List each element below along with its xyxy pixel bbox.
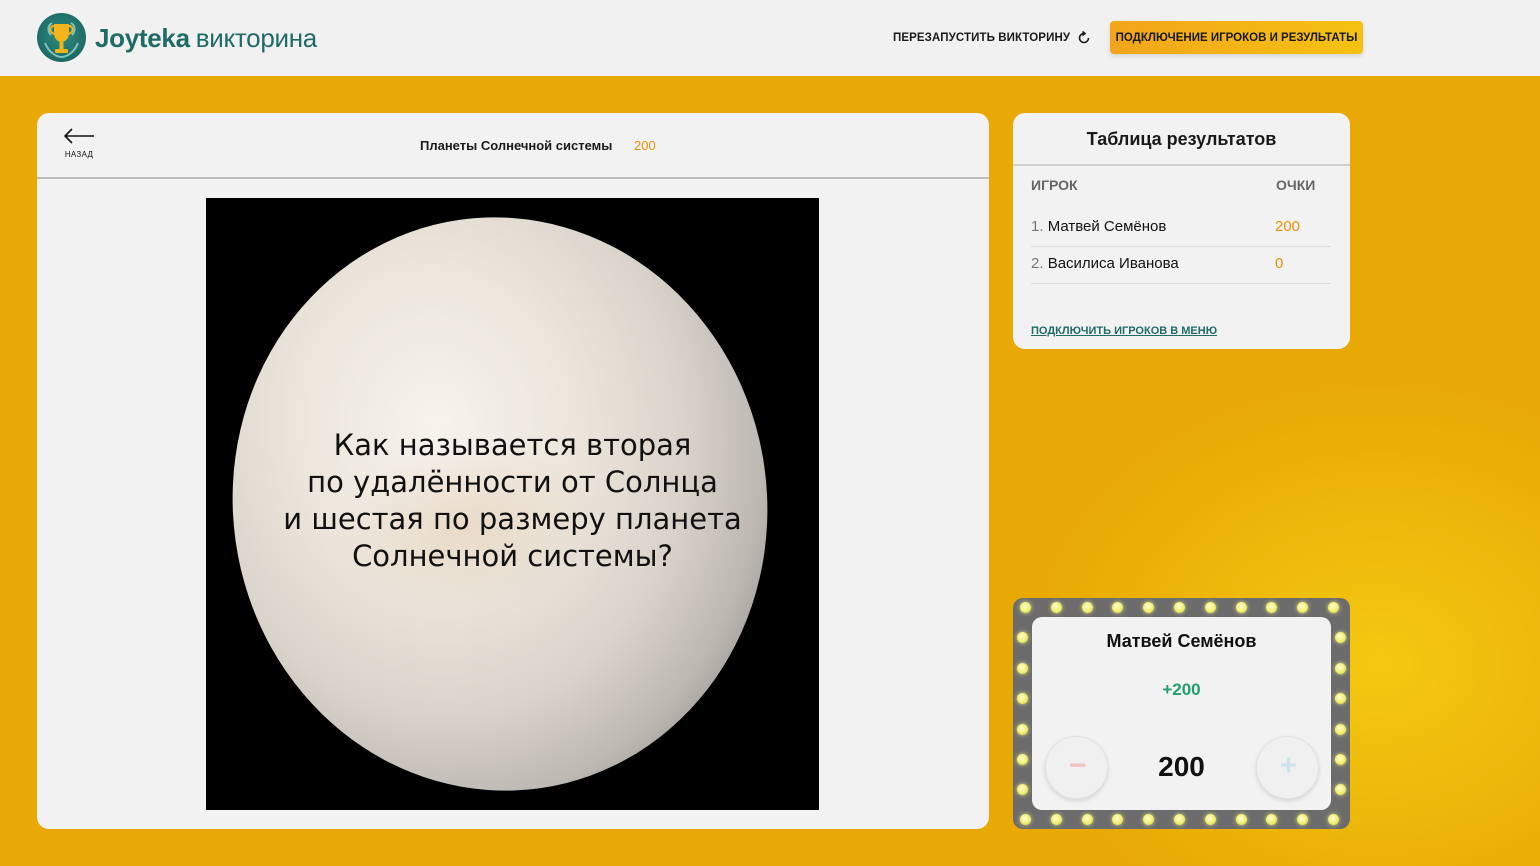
marquee-bulb	[1328, 814, 1339, 825]
question-category: Планеты Солнечной системы	[420, 138, 613, 153]
question-points: 200	[634, 138, 656, 153]
marquee-bulb	[1143, 814, 1155, 825]
marquee-bulb	[1204, 814, 1216, 825]
question-header: НАЗАД Планеты Солнечной системы 200	[37, 113, 989, 179]
trophy-icon	[37, 13, 86, 62]
marquee-bulb	[1174, 814, 1185, 825]
marquee-bulb	[1017, 784, 1028, 796]
marquee-bulb	[1335, 693, 1346, 705]
current-player-marquee: Матвей Семёнов +200 − 200 +	[1013, 598, 1350, 829]
player-name-cell: 1. Матвей Семёнов	[1031, 218, 1166, 235]
restart-icon	[1078, 31, 1090, 44]
rank: 1.	[1031, 218, 1044, 235]
column-header-player: ИГРОК	[1031, 177, 1078, 193]
marquee-bulb	[1050, 602, 1062, 613]
restart-quiz-button[interactable]: ПЕРЕЗАПУСТИТЬ ВИКТОРИНУ	[893, 28, 1091, 48]
marquee-bulb	[1174, 602, 1185, 613]
question-card: НАЗАД Планеты Солнечной системы 200 Как …	[37, 113, 989, 829]
back-label: НАЗАД	[64, 150, 94, 159]
column-header-score: ОЧКИ	[1276, 177, 1316, 193]
marquee-bulb	[1020, 814, 1031, 825]
divider	[1013, 164, 1350, 166]
results-title: Таблица результатов	[1086, 129, 1277, 149]
question-text: Как называется вторая по удалённости от …	[283, 428, 742, 573]
table-row: 1. Матвей Семёнов 200	[1031, 210, 1331, 247]
marquee-bulb	[1335, 754, 1346, 765]
marquee-bulb	[1112, 814, 1124, 825]
question-image: Как называется вторая по удалённости от …	[206, 198, 819, 810]
player-score: 0	[1275, 255, 1284, 272]
connect-players-menu-link[interactable]: ПОДКЛЮЧИТЬ ИГРОКОВ В МЕНЮ	[1031, 325, 1217, 337]
marquee-bulb	[1328, 602, 1339, 613]
marquee-bulb	[1017, 632, 1028, 644]
marquee-bulb	[1050, 814, 1062, 825]
marquee-bulb	[1335, 723, 1346, 735]
results-table: Таблица результатов ИГРОК ОЧКИ 1. Матвей…	[1013, 113, 1350, 349]
logo[interactable]: Joyteka викторина	[37, 13, 317, 62]
marquee-bulb	[1017, 723, 1028, 735]
brand-name: Joyteka викторина	[95, 25, 317, 51]
marquee-bulb	[1081, 814, 1093, 825]
player-name: Василиса Иванова	[1047, 255, 1179, 272]
player-name: Матвей Семёнов	[1047, 218, 1167, 235]
arrow-left-icon	[63, 128, 94, 144]
marquee-bulb	[1266, 602, 1278, 613]
brand-bold: Joyteka	[95, 22, 190, 53]
brand-thin: викторина	[195, 22, 317, 53]
player-name-cell: 2. Василиса Иванова	[1031, 255, 1179, 272]
score-delta: +200	[1162, 680, 1201, 699]
table-row: 2. Василиса Иванова 0	[1031, 247, 1331, 284]
marquee-bulb	[1017, 662, 1028, 674]
marquee-bulb	[1143, 602, 1155, 613]
back-button[interactable]: НАЗАД	[62, 127, 96, 159]
marquee-bulb	[1335, 784, 1346, 796]
marquee-bulb	[1297, 814, 1309, 825]
plus-button[interactable]: +	[1256, 736, 1319, 799]
connect-players-button[interactable]: ПОДКЛЮЧЕНИЕ ИГРОКОВ И РЕЗУЛЬТАТЫ	[1110, 21, 1363, 54]
marquee-bulb	[1081, 602, 1093, 613]
marquee-bulb	[1017, 754, 1028, 765]
marquee-bulb	[1112, 602, 1124, 613]
current-player-panel: Матвей Семёнов +200 − 200 +	[1032, 617, 1331, 810]
restart-label: ПЕРЕЗАПУСТИТЬ ВИКТОРИНУ	[893, 32, 1071, 44]
marquee-bulb	[1020, 602, 1031, 613]
marquee-bulb	[1335, 632, 1346, 644]
marquee-bulb	[1235, 814, 1247, 825]
marquee-bulb	[1266, 814, 1278, 825]
marquee-bulb	[1017, 693, 1028, 705]
player-score: 200	[1275, 218, 1301, 235]
marquee-bulb	[1297, 602, 1309, 613]
marquee-bulb	[1335, 662, 1346, 674]
top-bar: Joyteka викторина ПЕРЕЗАПУСТИТЬ ВИКТОРИНУ…	[0, 0, 1540, 76]
marquee-bulb	[1204, 602, 1216, 613]
rank: 2.	[1031, 255, 1044, 272]
current-player-name: Матвей Семёнов	[1106, 631, 1257, 651]
marquee-bulb	[1235, 602, 1247, 613]
plus-icon: +	[1279, 749, 1298, 782]
